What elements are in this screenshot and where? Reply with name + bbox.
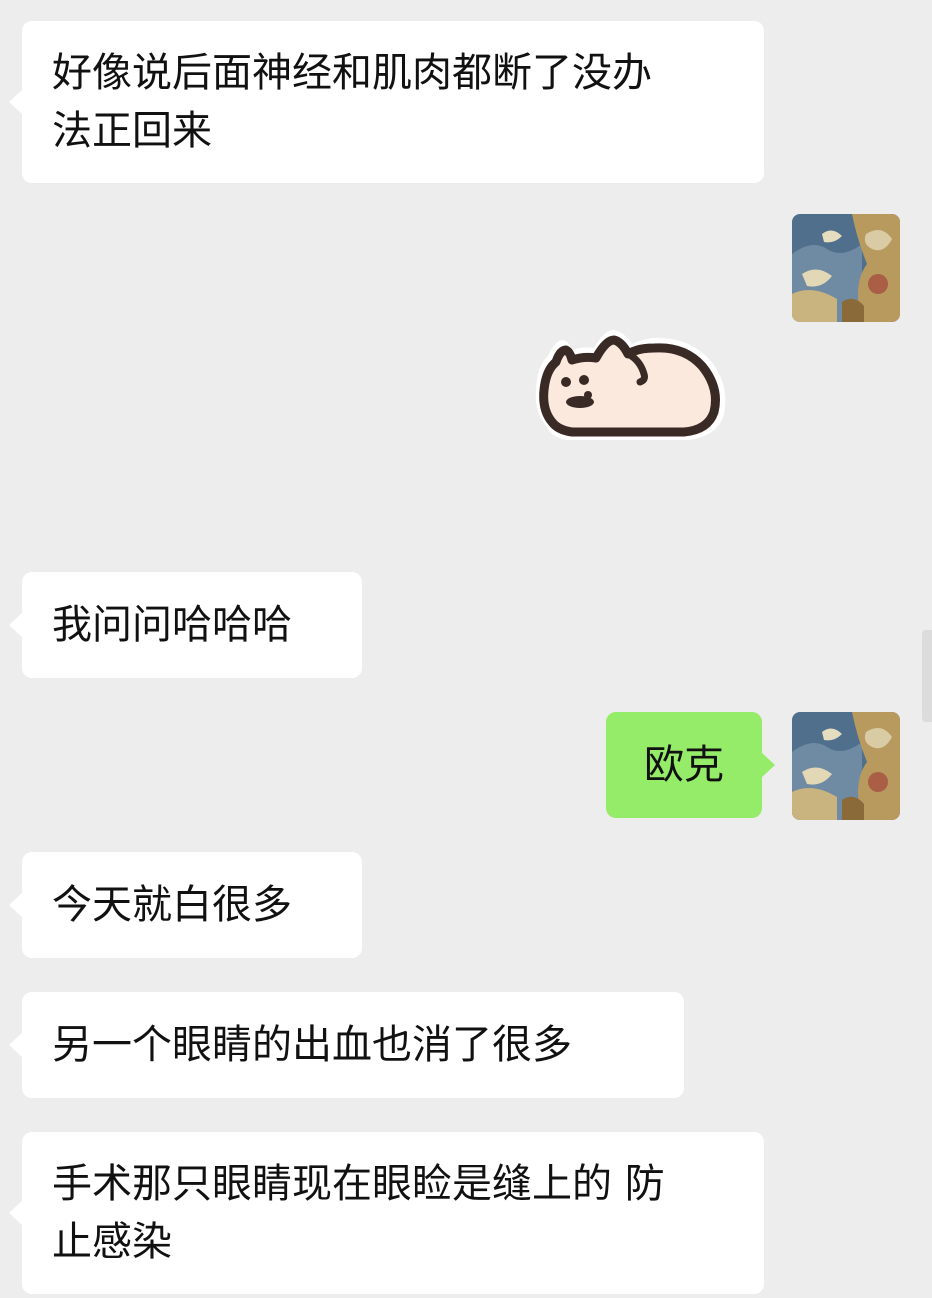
message-text: 欧克 <box>644 742 724 788</box>
bubble-tail <box>761 752 775 778</box>
message-text: 今天就白很多 <box>52 882 292 928</box>
incoming-message-bubble[interactable]: 手术那只眼睛现在眼睑是缝上的 防 止感染 <box>9 1132 764 1294</box>
cat-loaf-icon <box>535 330 726 440</box>
message-text: 手术那只眼睛现在眼睑是缝上的 防 止感染 <box>52 1161 665 1265</box>
self-avatar[interactable] <box>792 712 900 820</box>
incoming-message-bubble[interactable]: 另一个眼睛的出血也消了很多 <box>9 992 684 1098</box>
message-text: 另一个眼睛的出血也消了很多 <box>52 1022 572 1068</box>
outgoing-message-bubble[interactable]: 欧克 <box>606 712 775 818</box>
message-text: 好像说后面神经和肌肉都断了没办 法正回来 <box>52 50 652 154</box>
incoming-message-bubble[interactable]: 好像说后面神经和肌肉都断了没办 法正回来 <box>9 21 764 183</box>
cat-loaf-sticker[interactable] <box>528 322 732 448</box>
landscape-painting-avatar-icon <box>792 712 900 820</box>
bubble-tail <box>9 1032 23 1058</box>
incoming-message-bubble[interactable]: 今天就白很多 <box>9 852 362 958</box>
bubble-tail <box>9 1200 23 1226</box>
bubble-tail <box>9 89 23 115</box>
bubble-tail <box>9 892 23 918</box>
scrollbar-thumb[interactable] <box>922 630 932 722</box>
message-text: 我问问哈哈哈 <box>52 602 292 648</box>
bubble-tail <box>9 612 23 638</box>
landscape-painting-avatar-icon <box>792 214 900 322</box>
incoming-message-bubble[interactable]: 我问问哈哈哈 <box>9 572 362 678</box>
self-avatar[interactable] <box>792 214 900 322</box>
